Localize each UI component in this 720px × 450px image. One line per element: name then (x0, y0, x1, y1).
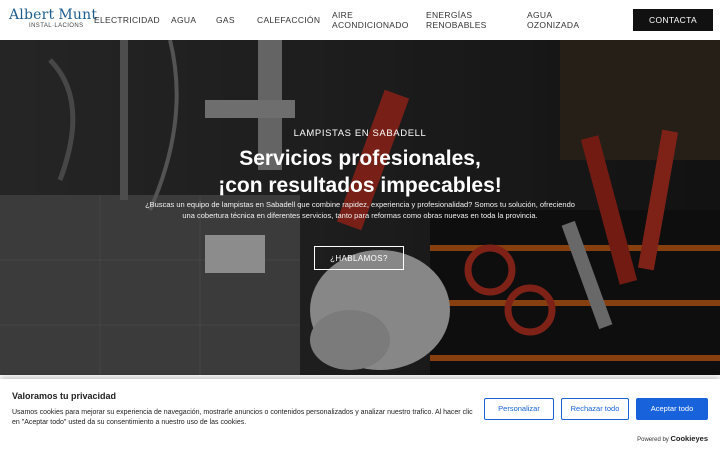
cookie-title: Valoramos tu privacidad (12, 391, 117, 401)
hero-section: LAMPISTAS EN SABADELL Servicios profesio… (0, 40, 720, 375)
logo-second-word: Munt (58, 7, 98, 23)
hero-title: Servicios profesionales, ¡con resultados… (0, 145, 720, 199)
nav-calefaccion[interactable]: CALEFACCIÓN (257, 15, 320, 25)
powered-by-label: Powered by (637, 437, 669, 443)
logo-tagline: INSTAL·LACIONS (29, 23, 84, 29)
powered-by-cookieyes[interactable]: Powered by Cookieyes (637, 434, 708, 443)
nav-aire-line2: ACONDICIONADO (332, 20, 409, 30)
hero-description: ¿Buscas un equipo de lampistas en Sabade… (145, 200, 575, 220)
nav-aire-line1: AIRE (332, 10, 354, 20)
site-header: Albert Munt INSTAL·LACIONS ELECTRICIDAD … (0, 0, 720, 40)
nav-electricidad[interactable]: ELECTRICIDAD (94, 15, 160, 25)
reject-all-button[interactable]: Rechazar todo (561, 398, 629, 420)
cookieyes-brand: Cookieyes (670, 434, 708, 443)
hero-eyebrow: LAMPISTAS EN SABADELL (293, 128, 427, 139)
nav-energias-line2: RENOBABLES (426, 20, 487, 30)
nav-energias-renobables[interactable]: ENERGÍAS RENOBABLES (426, 10, 487, 30)
nav-ozonizada-line1: AGUA (527, 10, 553, 20)
nav-aire-acondicionado[interactable]: AIRE ACONDICIONADO (332, 10, 409, 30)
cookie-consent-banner: Valoramos tu privacidad Usamos cookies p… (0, 379, 720, 450)
cookie-description: Usamos cookies para mejorar su experienc… (12, 409, 473, 426)
hero-title-line2: ¡con resultados impecables! (218, 174, 502, 197)
hero-title-line1: Servicios profesionales, (239, 147, 481, 170)
logo-first-word: Albert (9, 7, 55, 23)
nav-agua-ozonizada[interactable]: AGUA OZONIZADA (527, 10, 579, 30)
hablamos-button[interactable]: ¿HABLAMOS? (314, 246, 404, 270)
accept-all-button[interactable]: Aceptar todo (636, 398, 708, 420)
nav-agua[interactable]: AGUA (171, 15, 196, 25)
nav-ozonizada-line2: OZONIZADA (527, 20, 580, 30)
logo-wordmark: Albert Munt (9, 8, 97, 22)
contacta-button[interactable]: CONTACTA (633, 9, 713, 31)
nav-gas[interactable]: GAS (216, 15, 235, 25)
customize-button[interactable]: Personalizar (484, 398, 554, 420)
albert-munt-logo[interactable]: Albert Munt INSTAL·LACIONS (9, 8, 97, 32)
nav-energias-line1: ENERGÍAS (426, 10, 473, 20)
